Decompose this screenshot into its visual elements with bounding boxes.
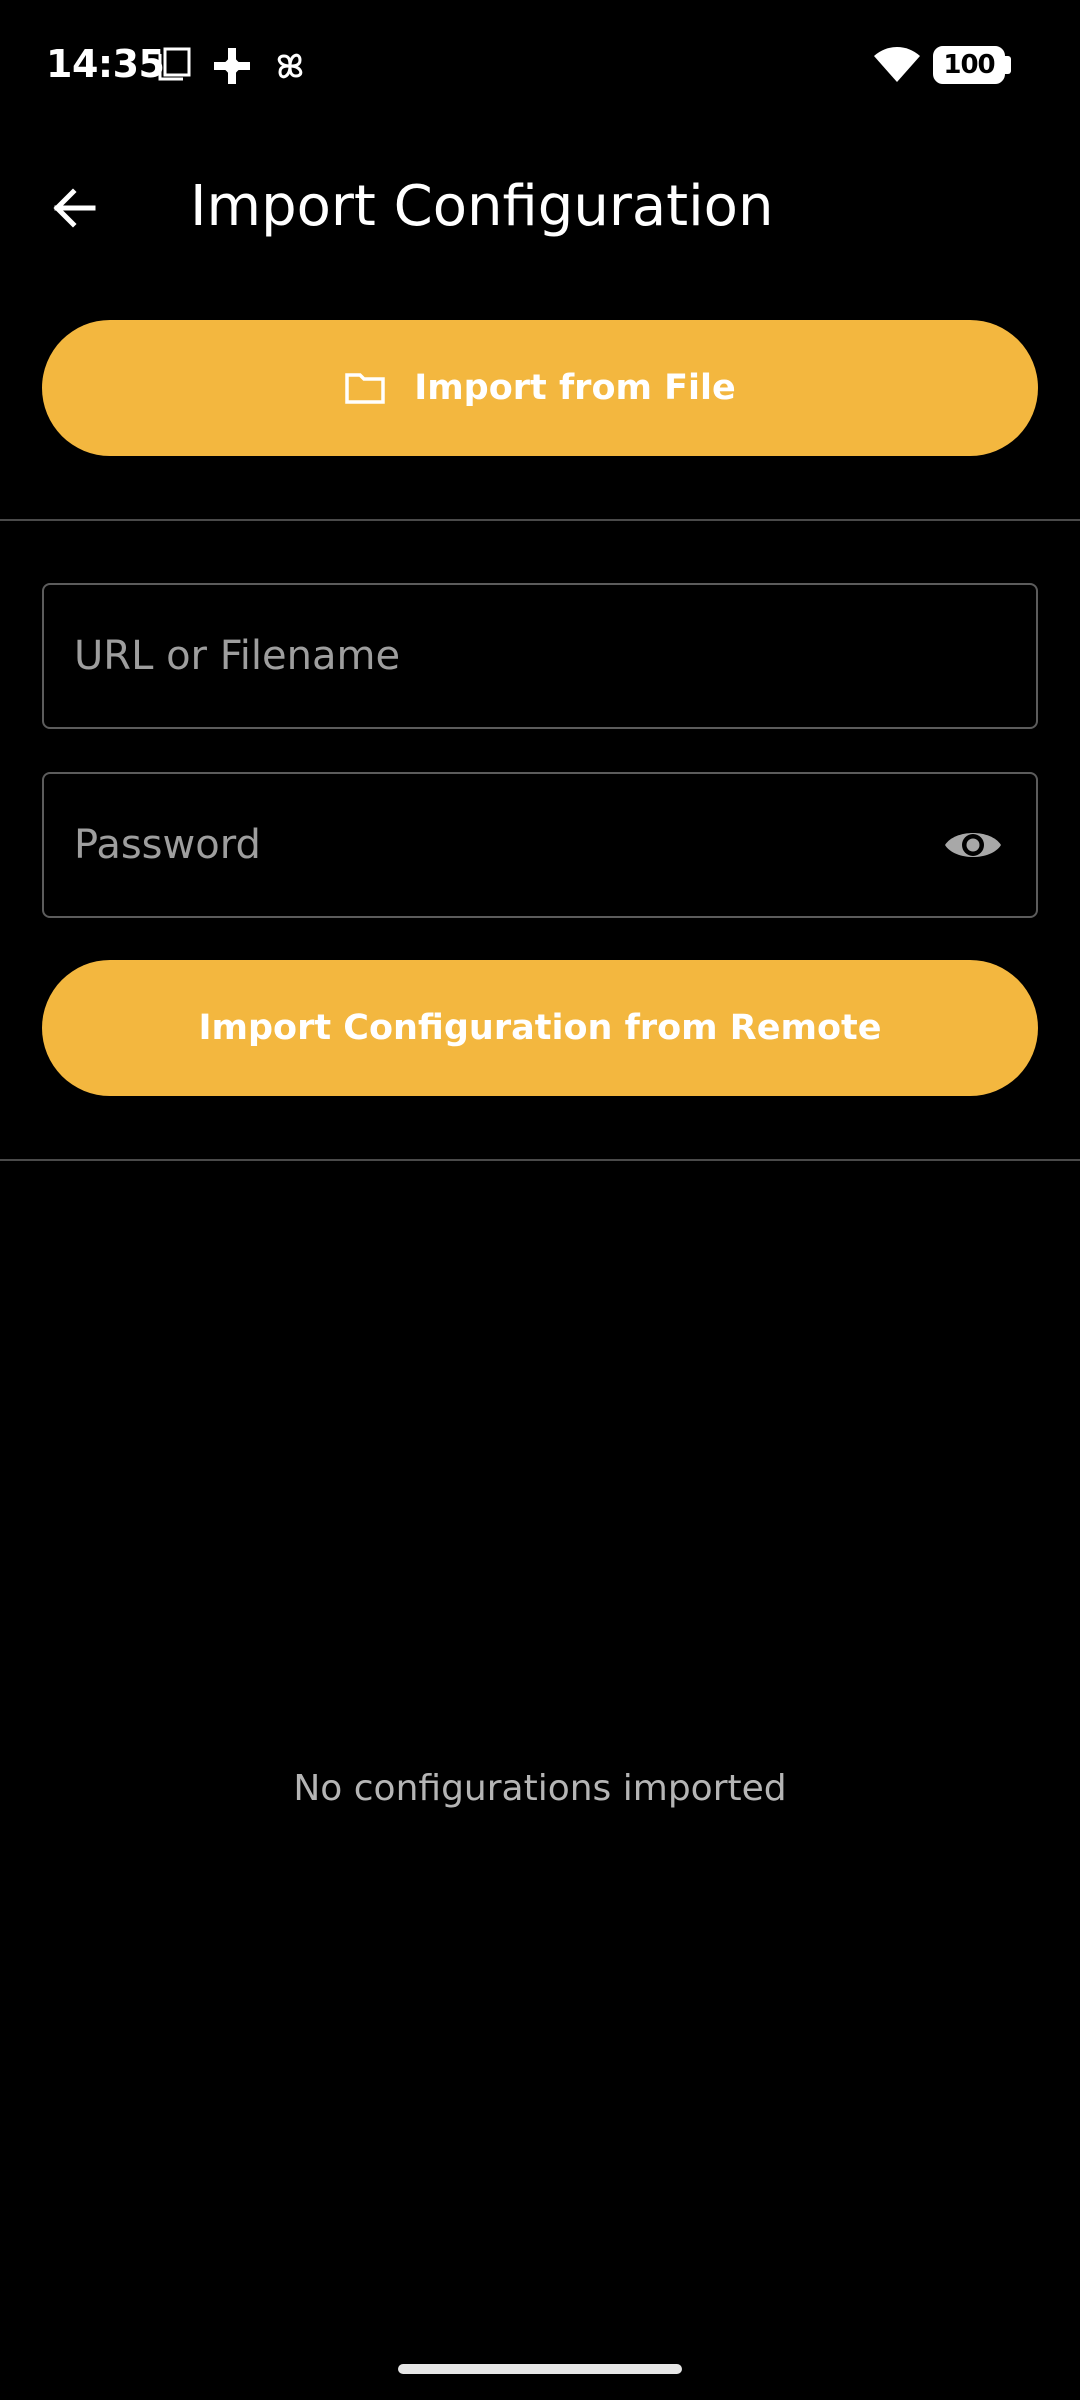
- status-time: 14:35: [46, 42, 165, 86]
- divider-top: [0, 519, 1080, 521]
- home-indicator[interactable]: [398, 2364, 682, 2374]
- pinwheel-icon: [270, 46, 310, 91]
- arrow-back-icon: [49, 183, 99, 238]
- battery-level: 100: [943, 50, 995, 80]
- plus-icon: [212, 46, 252, 91]
- folder-icon: [344, 371, 386, 405]
- page-title: Import Configuration: [190, 174, 774, 239]
- import-from-remote-label: Import Configuration from Remote: [198, 1008, 882, 1048]
- screenshot-icon: [156, 46, 192, 87]
- status-bar: 14:35 100: [0, 0, 1080, 130]
- app-bar: Import Configuration: [0, 140, 1080, 270]
- import-from-file-label: Import from File: [414, 368, 736, 408]
- battery-tip: [1005, 56, 1011, 74]
- empty-state-message: No configurations imported: [293, 1768, 787, 1809]
- eye-icon: [943, 825, 1003, 870]
- url-input[interactable]: [74, 585, 894, 727]
- import-from-file-button[interactable]: Import from File: [42, 320, 1038, 456]
- battery-icon: 100: [933, 46, 1005, 84]
- screen: 14:35 100 Import Configuration Import fr…: [0, 0, 1080, 2400]
- url-field[interactable]: [42, 583, 1038, 729]
- wifi-icon: [872, 44, 922, 89]
- password-field[interactable]: [42, 772, 1038, 918]
- divider-bottom: [0, 1159, 1080, 1161]
- back-button[interactable]: [34, 170, 114, 250]
- import-from-remote-button[interactable]: Import Configuration from Remote: [42, 960, 1038, 1096]
- password-input[interactable]: [74, 774, 894, 916]
- toggle-password-visibility-button[interactable]: [938, 812, 1008, 882]
